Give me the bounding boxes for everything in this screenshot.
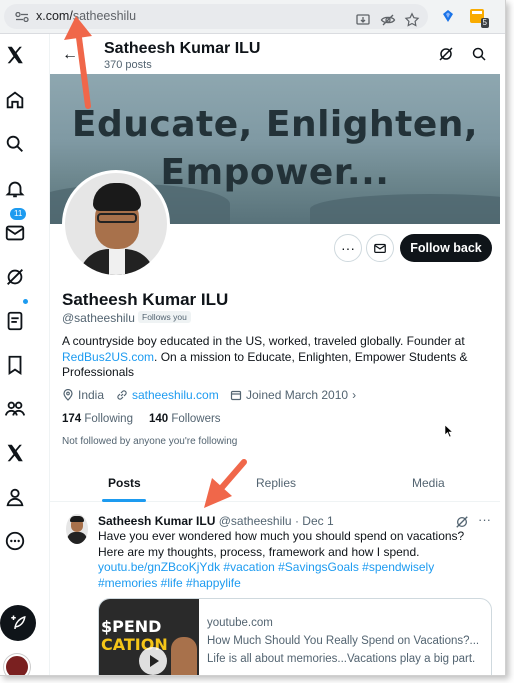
mutual-followers-note: Not followed by anyone you're following [62,436,238,447]
eye-off-icon[interactable] [380,12,396,28]
home-icon[interactable] [4,89,28,113]
followers-label: Followers [171,413,221,425]
banner-hill [310,194,500,224]
grok-explain-icon[interactable] [455,515,469,529]
envelope-icon [374,243,386,253]
tweet-hashtags[interactable]: #vacation #SavingsGoals #spendwisely [223,560,434,574]
lists-icon[interactable] [4,310,28,334]
tweet-hashtags[interactable]: #memories #life #happylife [98,576,241,590]
profile-header-bar: ← Satheesh Kumar ILU 370 posts [50,34,500,74]
header-profile-name: Satheesh Kumar ILU [104,40,261,57]
link-icon [117,390,127,400]
profile-avatar[interactable] [62,170,170,278]
follow-stats: 174 Following 140 Followers [62,413,221,425]
extension-badge-icon[interactable]: 5 [468,7,489,28]
bio-text: A countryside boy educated in the US, wo… [62,334,465,348]
more-options-button[interactable]: ··· [334,234,362,262]
ellipsis-icon: ··· [341,240,355,256]
annotation-arrow-name [204,459,247,508]
mouse-cursor-icon [444,424,454,438]
header-posts-count: 370 posts [104,59,152,71]
tweet-link[interactable]: youtu.be/gnZBcoKjYdk [98,560,220,574]
bookmarks-icon[interactable] [4,354,28,378]
follows-you-badge: Follows you [138,311,191,323]
followers-count: 140 [148,413,169,425]
more-circle-icon[interactable] [4,530,28,554]
thumbnail-text: $PEND [101,617,162,636]
thumbnail-person [171,637,197,675]
profile-bio: A countryside boy educated in the US, wo… [62,334,492,381]
message-button[interactable] [366,234,394,262]
location-pin-icon [63,389,73,401]
tweet-author-handle[interactable]: @satheeshilu [219,514,292,528]
notifications-bell-icon[interactable] [4,178,28,202]
profile-website[interactable]: satheeshilu.com [116,388,219,402]
search-icon[interactable] [4,133,28,157]
profile-main-column: ← Satheesh Kumar ILU 370 posts Educate, … [50,34,500,675]
x-logo-icon[interactable] [4,44,28,68]
profile-person-icon[interactable] [4,486,28,510]
play-icon[interactable] [139,647,167,675]
followers-link[interactable]: 140 Followers [149,413,221,425]
bio-link[interactable]: RedBus2US.com [62,350,154,364]
profile-name: Satheesh Kumar ILU [62,290,229,309]
card-description: Life is all about memories...Vacations p… [207,653,476,665]
website-link[interactable]: satheeshilu.com [132,388,219,402]
card-domain: youtube.com [207,617,273,629]
extension-badge-count: 5 [480,18,489,28]
grok-icon[interactable] [4,266,28,290]
active-tab-indicator [102,499,146,502]
grok-dot-badge [23,299,28,304]
profile-tabs: Posts Replies Media [50,464,500,502]
joined-text: Joined March 2010 [246,388,349,402]
tweet-author-avatar[interactable] [66,514,88,544]
communities-icon[interactable] [4,398,28,422]
following-label: Following [84,413,133,425]
tweet-body: Have you ever wondered how much you shou… [98,529,465,559]
search-profile-icon[interactable] [471,46,487,62]
location-text: India [78,388,105,402]
browser-window: x.com/satheeshilu 5 11 ← Satheesh Kumar … [0,0,506,676]
install-app-icon[interactable] [355,12,371,28]
premium-x-icon[interactable] [4,442,28,466]
banner-text-line1: Educate, Enlighten, [71,104,479,145]
chevron-right-icon[interactable]: › [352,388,356,402]
tweet-author-name[interactable]: Satheesh Kumar ILU [98,514,215,528]
profile-joined: Joined March 2010 › [230,388,356,402]
messages-envelope-icon[interactable] [4,222,28,246]
tweet-date[interactable]: · Dec 1 [295,514,334,528]
follow-back-button[interactable]: Follow back [400,234,492,262]
tweet-header: Satheesh Kumar ILU @satheeshilu · Dec 1 [98,514,334,528]
card-title: How Much Should You Really Spend on Vaca… [207,635,480,647]
tab-posts[interactable]: Posts [108,476,141,490]
feather-plus-icon [11,615,26,630]
tab-replies[interactable]: Replies [256,476,296,490]
following-link[interactable]: 174 Following [62,413,133,425]
video-thumbnail[interactable]: $PEND CATION [99,599,199,675]
account-avatar[interactable] [4,654,30,675]
annotation-arrow-url [64,16,92,109]
extension-icon[interactable] [440,8,456,24]
tab-media[interactable]: Media [412,476,445,490]
profile-handle: @satheeshilu [62,311,135,325]
compose-post-button[interactable] [0,605,36,641]
calendar-icon [230,390,242,401]
following-count: 174 [62,413,82,425]
notifications-badge: 11 [10,208,27,220]
profile-location: India [62,388,104,402]
grok-analyze-icon[interactable] [438,46,454,62]
tweet-text: Have you ever wondered how much you shou… [98,529,492,591]
site-settings-icon[interactable] [15,12,29,22]
left-sidebar: 11 [0,34,50,675]
link-preview-card[interactable]: $PEND CATION youtube.com How Much Should… [98,598,492,675]
tweet-more-icon[interactable]: ··· [478,512,491,527]
bookmark-star-icon[interactable] [404,12,420,28]
